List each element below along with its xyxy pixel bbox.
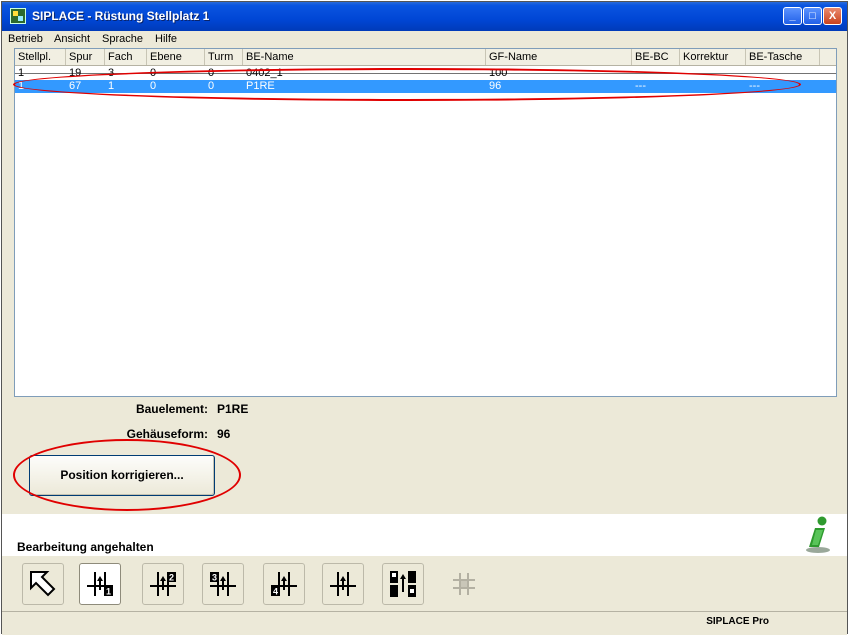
cell-stellpl: 1 [18, 80, 25, 92]
track-button[interactable] [322, 563, 364, 605]
cell-ebene: 0 [150, 80, 157, 92]
feeder-track-2-icon: 2 [150, 572, 176, 596]
siplace-app-icon[interactable] [10, 8, 26, 24]
feeder-track-1-icon: 1 [87, 572, 113, 597]
feeder-track-4-icon: 4 [271, 572, 297, 597]
feeder-track-3-icon: 3 [210, 572, 236, 596]
column-header-korrektur[interactable]: Korrektur [680, 49, 746, 65]
list-header: Stellpl. Spur Fach Ebene Turm BE-Name GF… [15, 49, 836, 66]
track-2-digit: 2 [169, 573, 174, 583]
menu-hilfe[interactable]: Hilfe [155, 33, 177, 45]
maximize-button[interactable]: □ [803, 7, 822, 25]
cell-turm: 0 [208, 67, 215, 79]
minimize-button[interactable]: _ [783, 7, 802, 25]
menu-ansicht[interactable]: Ansicht [54, 33, 90, 45]
select-tool-button[interactable] [22, 563, 64, 605]
bauelement-label: Bauelement: [135, 402, 208, 416]
window-title: SIPLACE - Rüstung Stellplatz 1 [32, 9, 210, 23]
track-4-digit: 4 [273, 587, 278, 597]
cell-stellpl: 1 [18, 67, 25, 79]
table-row[interactable]: 1 19 3 0 0 0402_1 100 [15, 67, 836, 80]
track-2-button[interactable]: 2 [142, 563, 184, 605]
column-header-be-bc[interactable]: BE-BC [632, 49, 680, 65]
cell-spur: 19 [69, 67, 82, 79]
column-header-spur[interactable]: Spur [66, 49, 105, 65]
pcb-grid-icon-disabled [453, 573, 475, 595]
bauelement-value: P1RE [217, 402, 249, 416]
track-1-digit: 1 [106, 587, 111, 597]
gehaeuseform-label: Gehäuseform: [126, 427, 208, 441]
position-korrigieren-button[interactable]: Position korrigieren... [29, 455, 215, 496]
status-text: Bearbeitung angehalten [17, 540, 154, 554]
footer-bar: SIPLACE Pro [2, 611, 847, 635]
cell-be-tasche: --- [749, 80, 760, 92]
cell-turm: 0 [208, 80, 215, 92]
cursor-arrow-icon [30, 571, 56, 597]
cell-be-bc: --- [635, 80, 646, 92]
gehaeuseform-value: 96 [217, 427, 231, 441]
column-header-stellpl[interactable]: Stellpl. [15, 49, 66, 65]
cell-ebene: 0 [150, 67, 157, 79]
column-header-be-name[interactable]: BE-Name [243, 49, 486, 65]
track-3-button[interactable]: 3 [202, 563, 244, 605]
menu-sprache[interactable]: Sprache [102, 33, 143, 45]
setup-list[interactable]: Stellpl. Spur Fach Ebene Turm BE-Name GF… [14, 48, 837, 397]
track-1-button[interactable]: 1 [79, 563, 121, 605]
menu-betrieb[interactable]: Betrieb [8, 33, 43, 45]
track-3-digit: 3 [212, 573, 217, 583]
pcb-grid-button [443, 563, 485, 605]
table-row-selected[interactable]: 1 67 1 0 0 P1RE 96 --- --- [15, 80, 836, 93]
menu-bar: Betrieb Ansicht Sprache Hilfe [2, 31, 847, 49]
column-header-fach[interactable]: Fach [105, 49, 147, 65]
cell-be-name: 0402_1 [246, 67, 283, 79]
cell-gf-name: 96 [489, 80, 502, 92]
toolbar: 1 2 3 4 [2, 556, 847, 612]
feeder-track-icon [330, 572, 356, 596]
cell-gf-name: 100 [489, 67, 508, 79]
column-header-gf-name[interactable]: GF-Name [486, 49, 632, 65]
column-header-turm[interactable]: Turm [205, 49, 243, 65]
title-bar[interactable]: SIPLACE - Rüstung Stellplatz 1 _ □ X [2, 2, 847, 31]
feeder-double-track-icon [390, 571, 416, 597]
footer-brand: SIPLACE Pro [706, 616, 769, 627]
status-and-toolbar-area: Bearbeitung angehalten 1 2 3 4 SIPLACE P… [2, 514, 847, 635]
info-icon[interactable] [801, 514, 835, 554]
column-header-ebene[interactable]: Ebene [147, 49, 205, 65]
cell-fach: 1 [108, 80, 115, 92]
double-track-button[interactable] [382, 563, 424, 605]
track-4-button[interactable]: 4 [263, 563, 305, 605]
app-window: SIPLACE - Rüstung Stellplatz 1 _ □ X Bet… [1, 1, 848, 635]
close-button[interactable]: X [823, 7, 842, 25]
cell-be-name: P1RE [246, 80, 275, 92]
column-header-be-tasche[interactable]: BE-Tasche [746, 49, 820, 65]
cell-spur: 67 [69, 80, 82, 92]
cell-fach: 3 [108, 67, 115, 79]
